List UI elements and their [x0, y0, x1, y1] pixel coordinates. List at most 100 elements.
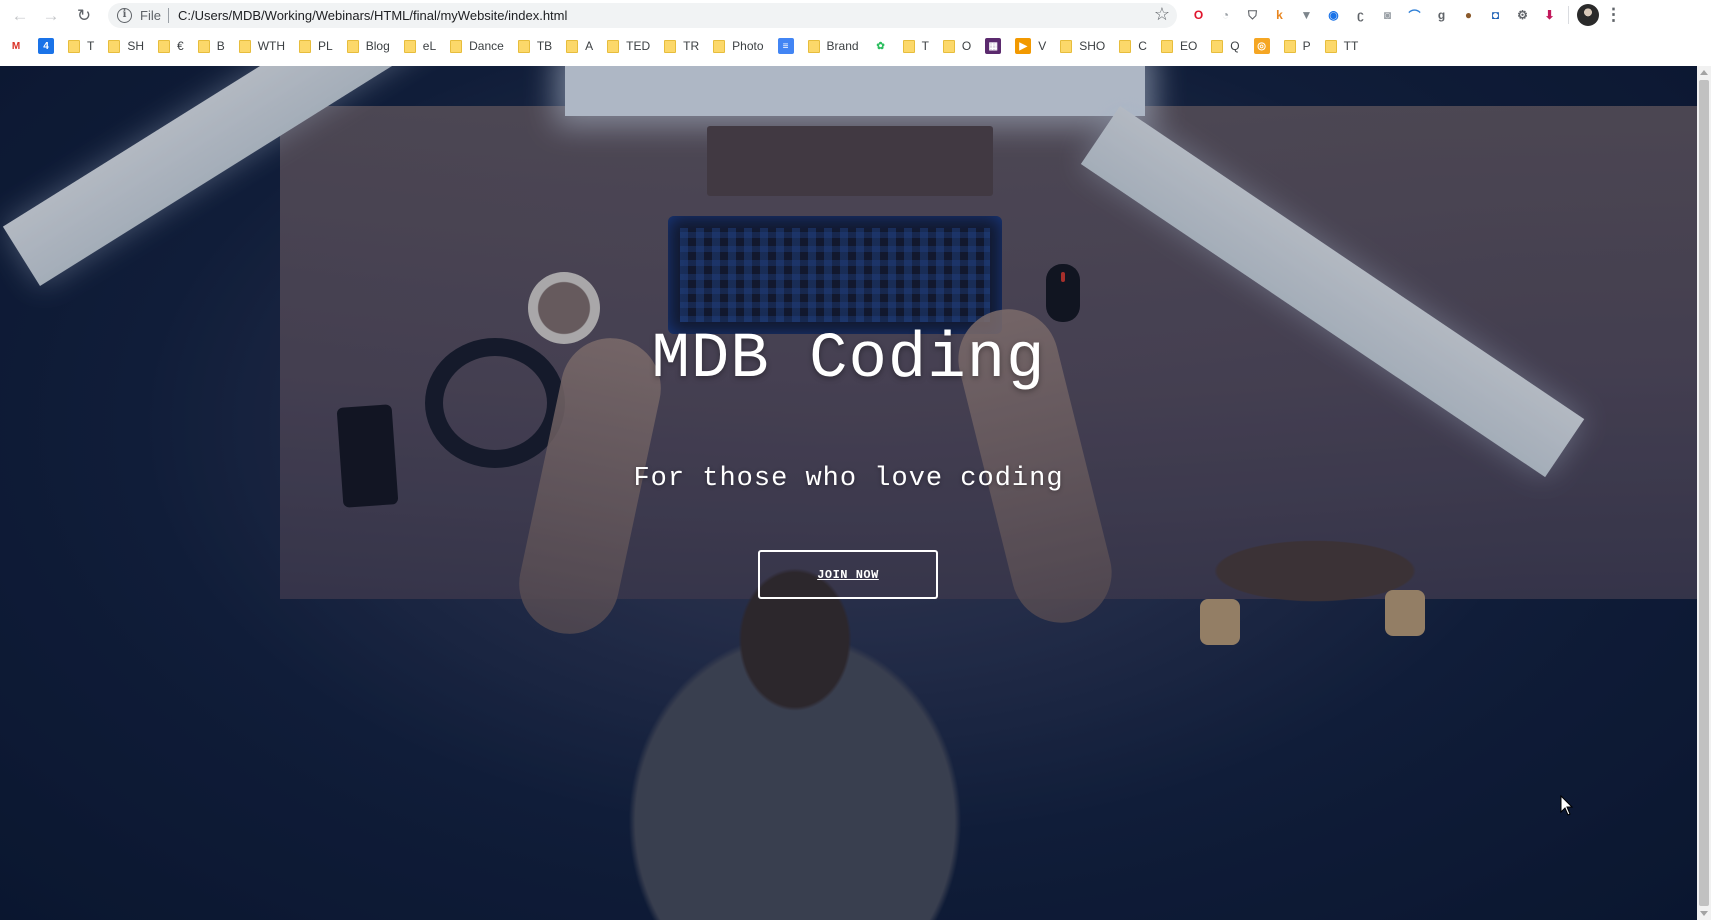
- bookmark-item[interactable]: ▶ V: [1015, 38, 1046, 54]
- bookmark-item[interactable]: EO: [1160, 39, 1198, 53]
- bookmark-label: O: [961, 39, 972, 53]
- globe-extension-icon[interactable]: ◉: [1323, 5, 1344, 26]
- bookmark-item[interactable]: O: [942, 39, 972, 53]
- bookmark-item[interactable]: ▦: [985, 38, 1002, 54]
- folder-icon: [403, 39, 416, 53]
- page-viewport: MDB Coding For those who love coding JOI…: [0, 66, 1697, 920]
- bookmark-item[interactable]: 4: [38, 38, 54, 54]
- bookmark-item[interactable]: TED: [607, 39, 650, 53]
- opera-icon[interactable]: O: [1188, 5, 1209, 26]
- bookmark-label: TED: [626, 39, 651, 53]
- clock-extension-icon[interactable]: ◔: [1215, 5, 1236, 26]
- bookmark-item[interactable]: T: [68, 39, 94, 53]
- bookmark-item[interactable]: TB: [517, 39, 553, 53]
- bookmark-item[interactable]: Blog: [346, 39, 390, 53]
- calendar-icon: 4: [38, 38, 54, 54]
- bookmark-item[interactable]: SHO: [1060, 39, 1105, 53]
- scheme-label: File: [140, 8, 161, 23]
- bookmark-item[interactable]: PL: [299, 39, 333, 53]
- grid-app-icon: ▦: [985, 38, 1002, 54]
- bookmark-label: Brand: [826, 39, 859, 53]
- hero-title: MDB Coding: [651, 324, 1046, 396]
- k-extension-icon[interactable]: k: [1269, 5, 1290, 26]
- c-extension-icon[interactable]: ʗ: [1350, 5, 1371, 26]
- info-icon[interactable]: i: [117, 8, 132, 23]
- bookmark-label: Photo: [732, 39, 764, 53]
- scrollbar-thumb[interactable]: [1699, 80, 1709, 906]
- bookmark-item[interactable]: Q: [1211, 39, 1240, 53]
- camera-icon[interactable]: ◙: [1377, 5, 1398, 26]
- bookmark-label: Q: [1230, 39, 1240, 53]
- bookmark-label: TB: [536, 39, 553, 53]
- address-bar[interactable]: i File C:/Users/MDB/Working/Webinars/HTM…: [108, 3, 1177, 28]
- reload-icon[interactable]: ↻: [72, 4, 96, 28]
- download-extension-icon[interactable]: ⬇: [1539, 5, 1560, 26]
- folder-icon: [158, 39, 171, 53]
- folder-icon: [942, 39, 955, 53]
- wave-extension-icon[interactable]: ⌒: [1404, 5, 1425, 26]
- bookmark-item[interactable]: WTH: [238, 39, 286, 53]
- g-extension-icon[interactable]: g: [1431, 5, 1452, 26]
- bookmark-item[interactable]: €: [158, 39, 184, 53]
- pocket-icon[interactable]: ⛉: [1242, 5, 1263, 26]
- folder-icon: [517, 39, 530, 53]
- bookmark-item[interactable]: Photo: [713, 39, 764, 53]
- bookmark-item[interactable]: TT: [1324, 39, 1358, 53]
- bookmark-item[interactable]: M: [8, 38, 24, 54]
- folder-icon: [108, 39, 121, 53]
- folder-icon: [713, 39, 726, 53]
- profile-avatar[interactable]: [1577, 4, 1599, 26]
- bookmark-item[interactable]: T: [902, 39, 929, 53]
- browser-chrome: ← → ↻ i File C:/Users/MDB/Working/Webina…: [0, 0, 1711, 66]
- bookmark-star-icon[interactable]: ☆: [1154, 4, 1170, 25]
- bookmark-item[interactable]: P: [1283, 39, 1311, 53]
- bookmark-item[interactable]: ≡: [777, 38, 794, 54]
- forward-arrow-icon[interactable]: →: [39, 4, 63, 28]
- bookmark-item[interactable]: ✿: [872, 38, 889, 54]
- bookmark-label: SHO: [1079, 39, 1106, 53]
- play-icon: ▶: [1015, 38, 1032, 54]
- browser-menu-icon[interactable]: ⋮: [1605, 5, 1622, 25]
- back-arrow-icon[interactable]: ←: [8, 4, 32, 28]
- folder-icon: [1324, 39, 1337, 53]
- bookmark-item[interactable]: Dance: [450, 39, 504, 53]
- folder-icon: [664, 39, 677, 53]
- toolbar-divider: [1568, 6, 1569, 24]
- folder-icon: [902, 39, 915, 53]
- bookmark-label: SH: [127, 39, 145, 53]
- join-now-button[interactable]: JOIN NOW: [758, 550, 938, 599]
- bookmark-item[interactable]: C: [1119, 39, 1147, 53]
- folder-icon: [1119, 39, 1132, 53]
- folder-icon: [238, 39, 251, 53]
- address-divider: [168, 8, 169, 23]
- folder-icon: [1160, 39, 1173, 53]
- folder-icon: [68, 39, 80, 53]
- bookmark-item[interactable]: Brand: [807, 39, 859, 53]
- bookmark-label: B: [216, 39, 225, 53]
- bookmark-label: T: [87, 39, 95, 53]
- bookmark-item[interactable]: TR: [664, 39, 699, 53]
- extensions-toolbar: O ◔ ⛉ k ▼ ◉ ʗ ◙ ⌒ g ● ◘ ⚙ ⬇ ⋮: [1188, 4, 1622, 26]
- folder-icon: [197, 39, 210, 53]
- bookmark-label: WTH: [257, 39, 286, 53]
- page-scrollbar[interactable]: [1697, 66, 1711, 920]
- scroll-down-icon[interactable]: [1700, 911, 1708, 916]
- url-text[interactable]: C:/Users/MDB/Working/Webinars/HTML/final…: [178, 8, 567, 23]
- bookmark-item[interactable]: eL: [403, 39, 436, 53]
- gear-extension-icon[interactable]: ⚙: [1512, 5, 1533, 26]
- folder-icon: [1060, 39, 1073, 53]
- bookmark-label: V: [1038, 39, 1047, 53]
- scroll-up-icon[interactable]: [1700, 70, 1708, 75]
- bookmark-item[interactable]: ◎: [1253, 38, 1270, 54]
- bookmark-item[interactable]: A: [566, 39, 593, 53]
- bookmark-label: A: [585, 39, 594, 53]
- bookmark-label: EO: [1179, 39, 1198, 53]
- folder-icon: [807, 39, 820, 53]
- bookmark-label: C: [1138, 39, 1147, 53]
- cookie-icon[interactable]: ●: [1458, 5, 1479, 26]
- bookmark-item[interactable]: SH: [108, 39, 144, 53]
- frame-extension-icon[interactable]: ◘: [1485, 5, 1506, 26]
- bookmark-item[interactable]: B: [197, 39, 225, 53]
- folder-icon: [450, 39, 463, 53]
- v-extension-icon[interactable]: ▼: [1296, 5, 1317, 26]
